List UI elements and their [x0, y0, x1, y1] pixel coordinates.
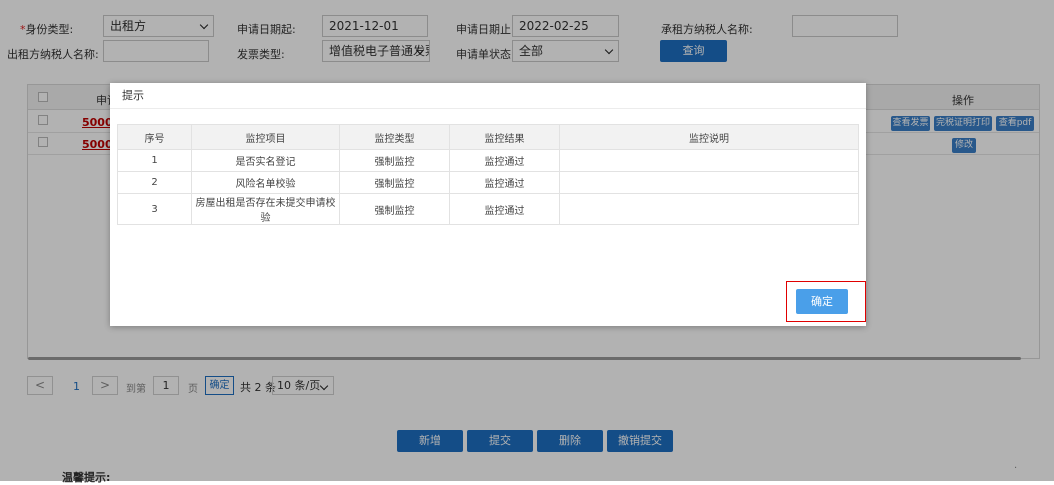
monitor-row: 3 房屋出租是否存在未提交申请校验 强制监控 监控通过: [117, 193, 859, 225]
monitor-result: 监控通过: [449, 193, 560, 225]
col-item: 监控项目: [191, 124, 340, 150]
monitor-desc: [559, 193, 859, 225]
col-desc: 监控说明: [559, 124, 859, 150]
dialog-ok-button[interactable]: 确定: [796, 289, 848, 314]
monitor-table-header: 序号 监控项目 监控类型 监控结果 监控说明: [117, 124, 859, 150]
monitor-desc: [559, 171, 859, 194]
monitor-item: 房屋出租是否存在未提交申请校验: [191, 193, 340, 225]
monitor-item: 是否实名登记: [191, 149, 340, 172]
monitor-desc: [559, 149, 859, 172]
monitor-result: 监控通过: [449, 171, 560, 194]
monitor-row: 1 是否实名登记 强制监控 监控通过: [117, 149, 859, 172]
monitor-no: 3: [117, 193, 192, 225]
col-result: 监控结果: [449, 124, 560, 150]
monitor-no: 1: [117, 149, 192, 172]
monitor-type: 强制监控: [339, 149, 450, 172]
monitor-result-dialog: 提示 序号 监控项目 监控类型 监控结果 监控说明 1 是否实名登记 强制监控 …: [110, 83, 866, 326]
monitor-table: 序号 监控项目 监控类型 监控结果 监控说明 1 是否实名登记 强制监控 监控通…: [117, 124, 859, 225]
monitor-row: 2 风险名单校验 强制监控 监控通过: [117, 171, 859, 194]
dialog-title: 提示: [110, 83, 866, 109]
monitor-type: 强制监控: [339, 171, 450, 194]
monitor-no: 2: [117, 171, 192, 194]
monitor-type: 强制监控: [339, 193, 450, 225]
col-no: 序号: [117, 124, 192, 150]
monitor-item: 风险名单校验: [191, 171, 340, 194]
monitor-result: 监控通过: [449, 149, 560, 172]
col-type: 监控类型: [339, 124, 450, 150]
